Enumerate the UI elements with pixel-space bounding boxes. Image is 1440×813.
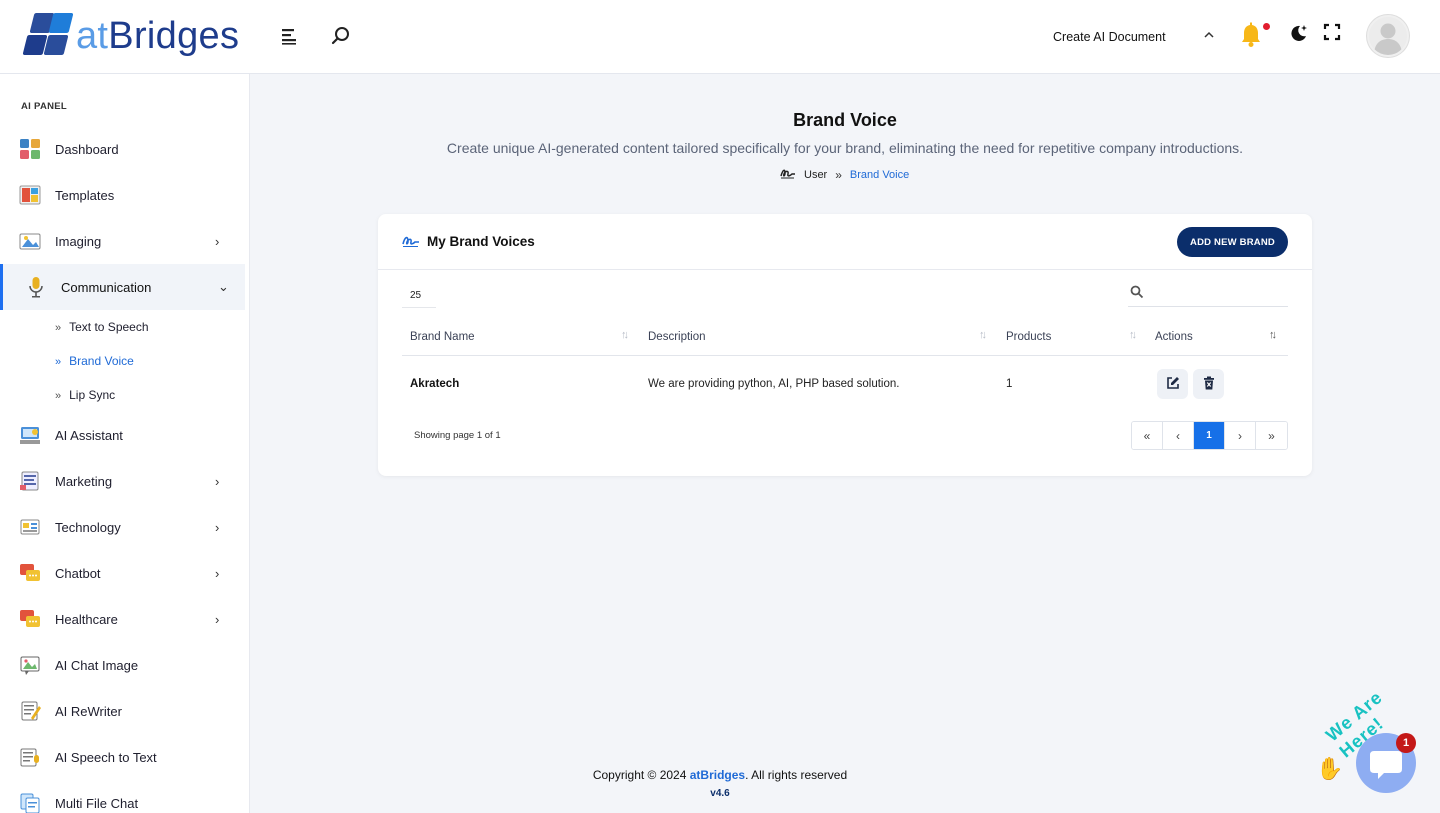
chevron-down-icon: ⌄ (218, 279, 229, 294)
breadcrumb-current: Brand Voice (849, 168, 910, 181)
moon-icon[interactable] (1288, 23, 1308, 48)
page-subtitle: Create unique AI-generated content tailo… (446, 140, 1244, 156)
page-length-select[interactable]: 25 (402, 286, 436, 308)
edit-icon (1166, 376, 1180, 393)
search-icon[interactable] (331, 26, 351, 46)
signature-icon (780, 167, 796, 182)
chevron-right-icon: › (215, 473, 220, 489)
sidebar-item-ai-rewriter[interactable]: AI ReWriter (0, 688, 245, 734)
search-icon (1130, 285, 1144, 304)
card-header: My Brand Voices ADD NEW BRAND (378, 214, 1312, 270)
breadcrumb-separator: » (835, 167, 842, 182)
sidebar-subitem-brand-voice[interactable]: » Brand Voice (55, 354, 134, 368)
col-description[interactable]: Description (648, 331, 706, 343)
sidebar-item-communication[interactable]: Communication ⌄ (0, 264, 245, 310)
notification-dot (1263, 23, 1270, 30)
table-search (1128, 282, 1288, 307)
sort-icon[interactable]: ↑↓ (1129, 329, 1137, 341)
dashboard-icon (19, 138, 41, 160)
sort-icon[interactable]: ↑↓ (621, 329, 629, 341)
chat-image-icon (19, 654, 41, 676)
sidebar-subitem-text-to-speech[interactable]: » Text to Speech (55, 320, 149, 334)
waving-hand-icon: ✋ (1316, 756, 1344, 781)
next-page-button[interactable]: › (1225, 422, 1256, 449)
chevron-right-icon: › (215, 233, 220, 249)
page-button[interactable]: 1 (1194, 422, 1225, 449)
col-brand-name[interactable]: Brand Name (410, 331, 475, 343)
pagination: « ‹ 1 › » (1131, 421, 1288, 450)
logo-mark-icon (22, 11, 74, 61)
sidebar-item-marketing[interactable]: Marketing › (0, 458, 245, 504)
page-title: Brand Voice (793, 110, 897, 130)
healthcare-icon (19, 608, 41, 630)
search-input[interactable] (1150, 284, 1286, 304)
sidebar-item-multi-file-chat[interactable]: Multi File Chat (0, 780, 245, 813)
add-new-brand-button[interactable]: ADD NEW BRAND (1177, 227, 1288, 257)
footer-brand-link[interactable]: atBridges (690, 768, 745, 782)
sidebar-item-chatbot[interactable]: Chatbot › (0, 550, 245, 596)
pagination-info: Showing page 1 of 1 (414, 430, 501, 441)
imaging-icon (19, 230, 41, 252)
cell-description: We are providing python, AI, PHP based s… (648, 378, 900, 390)
sidebar-item-healthcare[interactable]: Healthcare › (0, 596, 245, 642)
sidebar-subitem-lip-sync[interactable]: » Lip Sync (55, 388, 115, 402)
chevron-up-icon[interactable] (1203, 29, 1215, 44)
sidebar-item-technology[interactable]: Technology › (0, 504, 245, 550)
technology-icon (19, 516, 41, 538)
footer: Copyright © 2024 atBridges. All rights r… (592, 768, 848, 782)
last-page-button[interactable]: » (1256, 422, 1287, 449)
trash-icon (1203, 376, 1215, 393)
chevron-right-icon: › (215, 519, 220, 535)
sidebar: AI PANEL Dashboard Templates Imaging › C… (0, 74, 250, 813)
col-products[interactable]: Products (1006, 331, 1051, 343)
templates-icon (19, 184, 41, 206)
assistant-icon (19, 424, 41, 446)
breadcrumb-parent[interactable]: User (804, 169, 827, 181)
sidebar-item-ai-chat-image[interactable]: AI Chat Image (0, 642, 245, 688)
sidebar-item-ai-speech-to-text[interactable]: AI Speech to Text (0, 734, 245, 780)
chevron-right-icon: › (215, 611, 220, 627)
prev-page-button[interactable]: ‹ (1163, 422, 1194, 449)
speech-to-text-icon (19, 746, 41, 768)
chat-unread-badge: 1 (1396, 733, 1416, 753)
first-page-button[interactable]: « (1132, 422, 1163, 449)
top-header: atBridges Create AI Document (0, 0, 1440, 74)
version-label: v4.6 (710, 788, 730, 799)
logo-text: atBridges (76, 14, 240, 57)
sort-icon[interactable]: ↑↓ (1269, 329, 1277, 341)
sidebar-item-templates[interactable]: Templates (0, 172, 245, 218)
sidebar-item-ai-assistant[interactable]: AI Assistant (0, 412, 245, 458)
create-ai-document-menu[interactable]: Create AI Document (1053, 30, 1166, 44)
chevron-right-icon: › (215, 565, 220, 581)
avatar[interactable] (1367, 15, 1409, 57)
delete-button[interactable] (1193, 369, 1224, 399)
cell-brand-name: Akratech (410, 378, 460, 390)
edit-button[interactable] (1157, 369, 1188, 399)
rewriter-icon (19, 700, 41, 722)
bell-icon[interactable] (1240, 22, 1262, 53)
cell-products: 1 (1006, 378, 1013, 390)
logo[interactable]: atBridges (22, 10, 239, 62)
brand-voices-card: My Brand Voices ADD NEW BRAND 25 Brand N… (378, 214, 1312, 476)
breadcrumb: User » Brand Voice (780, 167, 909, 182)
chatbot-icon (19, 562, 41, 584)
sidebar-item-dashboard[interactable]: Dashboard (0, 126, 245, 172)
multi-file-chat-icon (19, 792, 41, 813)
marketing-icon (19, 470, 41, 492)
microphone-icon (25, 276, 47, 298)
chat-widget[interactable]: We Are Here! ✋ 1 (1314, 687, 1440, 805)
table-header-row: Brand Name ↑↓ Description ↑↓ Products ↑↓… (402, 324, 1288, 356)
signature-icon (402, 234, 420, 253)
panel-label: AI PANEL (21, 101, 68, 112)
fullscreen-icon[interactable] (1323, 23, 1341, 46)
sort-icon[interactable]: ↑↓ (979, 329, 987, 341)
table-row: Akratech We are providing python, AI, PH… (402, 356, 1288, 412)
card-title: My Brand Voices (427, 234, 535, 249)
menu-icon[interactable] (280, 26, 300, 46)
sidebar-item-imaging[interactable]: Imaging › (0, 218, 245, 264)
col-actions[interactable]: Actions (1155, 331, 1193, 343)
